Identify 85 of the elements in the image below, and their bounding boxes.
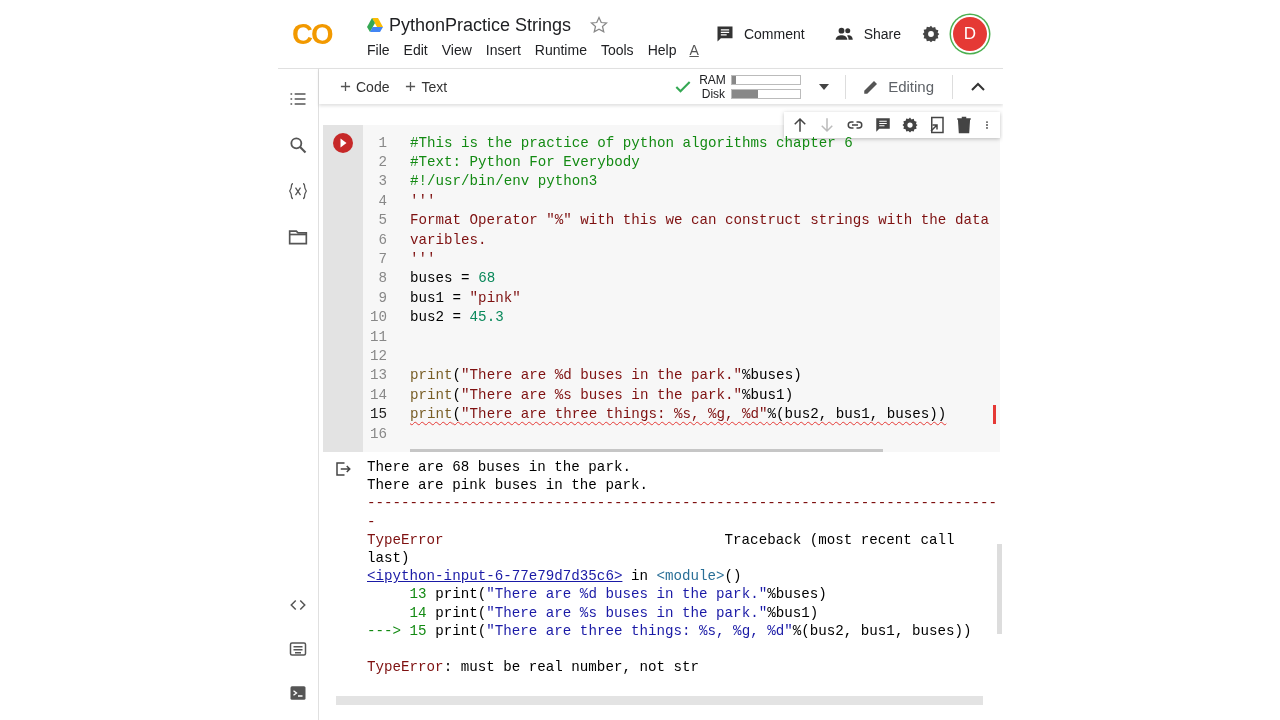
- disk-meter: [731, 88, 802, 99]
- code-line: varibles.: [410, 231, 487, 248]
- line-number: 1: [377, 134, 387, 151]
- code-line: buses = 68: [410, 270, 496, 287]
- output-line: -: [367, 512, 377, 531]
- output-line: --------------------------------------------------------------------------: [367, 494, 998, 513]
- variables-icon[interactable]: [287, 181, 309, 201]
- disk-label: Disk: [700, 86, 726, 101]
- code-line: Format Operator "%" with this we can construct strings with the data: [410, 212, 989, 229]
- line-number: 14: [368, 386, 387, 403]
- ram-meter: [731, 74, 802, 85]
- plus-icon: [405, 81, 417, 92]
- menu-item[interactable]: Help: [640, 41, 684, 58]
- line-number: 11: [368, 328, 387, 345]
- search-icon[interactable]: [288, 135, 308, 155]
- line-number: 7: [377, 251, 387, 268]
- line-number: 10: [368, 309, 387, 326]
- comment-icon[interactable]: [874, 116, 892, 134]
- code-line: ''': [410, 192, 436, 209]
- plus-icon: [340, 81, 351, 92]
- line-number: 2: [377, 154, 387, 171]
- share-button[interactable]: Share: [824, 18, 909, 50]
- scrollbar-thumb[interactable]: [997, 544, 1002, 634]
- line-number: 16: [368, 425, 387, 442]
- code-line: bus1 = "pink": [410, 289, 521, 306]
- menu-item[interactable]: File: [360, 41, 397, 58]
- line-number: 13: [368, 367, 387, 384]
- ram-label: RAM: [699, 72, 726, 87]
- move-up-icon[interactable]: [791, 116, 809, 134]
- comment-icon: [714, 24, 735, 44]
- code-line: bus2 = 45.3: [410, 309, 504, 326]
- output-line: TypeError Traceback (most recent call: [367, 530, 956, 549]
- add-text-button[interactable]: Text: [400, 74, 453, 99]
- editing-button[interactable]: Editing: [852, 73, 946, 100]
- output-line: There are pink buses in the park.: [367, 476, 649, 495]
- folder-icon[interactable]: [288, 227, 308, 247]
- code-line: print("There are three things: %s, %g, %d"%(bus2, bus1, buses)): [410, 406, 947, 423]
- code-line: #This is the practice of python algorithms chapter 6: [410, 134, 853, 151]
- error-marker: [993, 404, 996, 424]
- output-text: in: [629, 568, 649, 585]
- output-line: 13 print("There are %d buses in the park."%buses): [408, 585, 828, 604]
- menu-item[interactable]: Tools: [593, 41, 641, 58]
- output-text: <module>: [656, 568, 725, 585]
- line-number: 5: [377, 212, 387, 229]
- line-number: 15: [368, 406, 387, 423]
- menu-item[interactable]: Edit: [396, 41, 435, 58]
- settings-icon[interactable]: [901, 116, 919, 134]
- line-number: 9: [377, 289, 387, 306]
- output-icon[interactable]: [334, 460, 352, 478]
- star-icon[interactable]: [589, 15, 610, 35]
- output-line: There are 68 buses in the park.: [367, 458, 632, 477]
- code-line: ''': [410, 251, 436, 268]
- notebook-title[interactable]: PythonPractice Strings: [389, 14, 572, 36]
- code-line: print("There are %s buses in the park."%bus1): [410, 386, 794, 403]
- add-code-button[interactable]: Code: [335, 74, 395, 99]
- caret-icon[interactable]: [819, 83, 830, 90]
- line-number: 3: [377, 173, 387, 190]
- drive-icon: [367, 18, 383, 32]
- code-line: #!/usr/bin/env python3: [410, 173, 598, 190]
- menu-item[interactable]: View: [434, 41, 479, 58]
- code-line: print("There are %d buses in the park."%buses): [410, 367, 802, 384]
- run-button[interactable]: [332, 132, 354, 154]
- output-line: last): [367, 548, 411, 568]
- output-line: 14 print("There are %s buses in the park."%bus1): [408, 603, 820, 622]
- account-avatar[interactable]: D: [953, 17, 987, 51]
- output-text: (): [724, 568, 742, 585]
- line-number: 8: [377, 270, 387, 287]
- scrollbar[interactable]: [336, 696, 983, 705]
- code-line: #Text: Python For Everybody: [410, 154, 640, 171]
- output-line: ---> 15 print("There are three things: %s, %g, %d"%(bus2, bus1, buses)): [367, 621, 973, 640]
- line-number: 4: [377, 192, 387, 209]
- last-edit-link[interactable]: A: [683, 41, 699, 58]
- collapse-icon[interactable]: [971, 82, 985, 91]
- error-message: TypeError: must be real number, not str: [367, 658, 701, 677]
- menu-item[interactable]: Insert: [478, 41, 528, 58]
- menu-item[interactable]: Runtime: [527, 41, 594, 58]
- settings-icon[interactable]: [921, 24, 941, 44]
- mirror-cell-icon[interactable]: [928, 116, 946, 134]
- comment-button[interactable]: Comment: [706, 18, 813, 50]
- delete-icon[interactable]: [955, 116, 973, 134]
- terminal-icon[interactable]: [288, 684, 308, 702]
- line-number: 6: [377, 231, 387, 248]
- line-number: 12: [368, 348, 387, 364]
- traceback-link[interactable]: <ipython-input-6-77e79d7d35c6>: [367, 568, 623, 585]
- keyboard-icon[interactable]: [288, 640, 308, 658]
